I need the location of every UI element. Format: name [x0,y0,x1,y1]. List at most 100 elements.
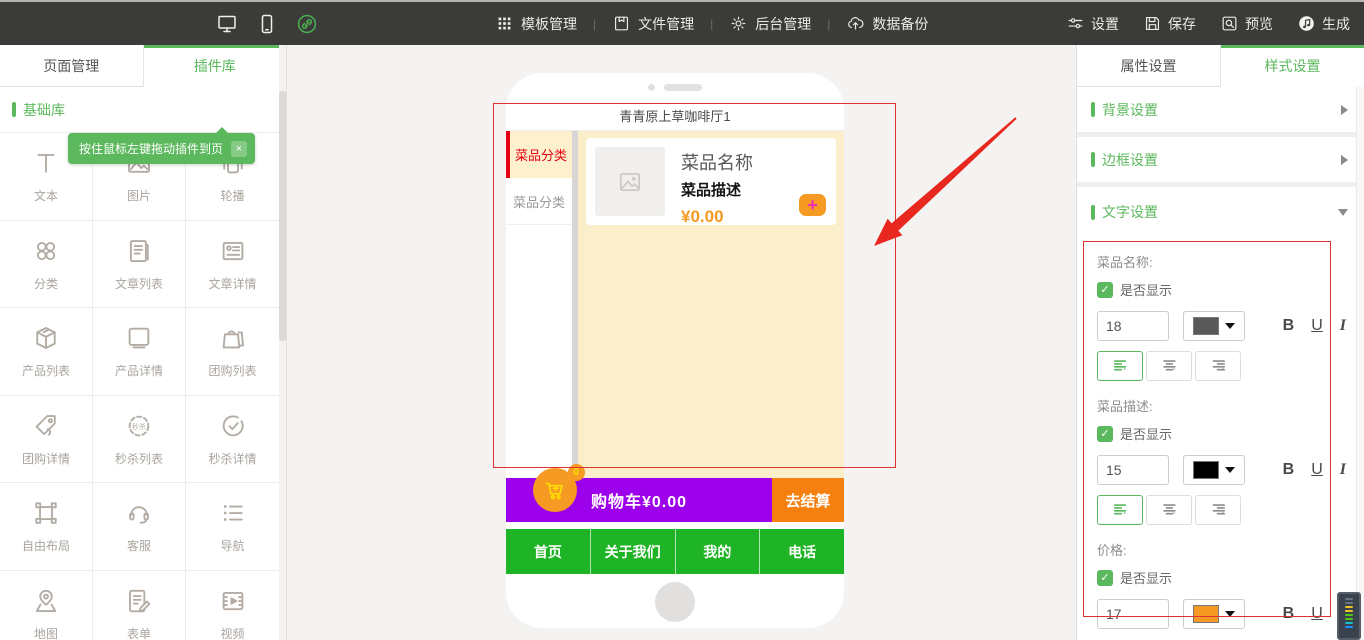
group-label: 菜品名称: [1097,252,1350,271]
font-size-input[interactable] [1097,599,1169,629]
settings-scrollbar[interactable] [1356,87,1364,640]
section-collapsed[interactable]: 背景设置 [1077,87,1364,137]
bottom-nav-item[interactable]: 关于我们 [591,529,676,574]
section-expanded[interactable]: 文字设置 [1077,187,1364,237]
cloud-upload-icon [846,14,865,33]
menu-separator: | [710,17,713,31]
cart-badge: 0 [568,464,585,481]
tab-page-manage[interactable]: 页面管理 [0,45,144,87]
phone-icon[interactable] [255,12,279,36]
bottom-nav-item[interactable]: 电话 [760,529,844,574]
article-list-icon [124,236,154,266]
widget-nav[interactable]: 导航 [186,483,279,571]
action-preview[interactable]: 预览 [1220,14,1273,34]
add-to-cart-button[interactable]: + [799,194,826,216]
section-label: 边框设置 [1102,150,1341,170]
widget-label: 分类 [34,275,58,292]
bold-button[interactable]: B [1283,461,1295,479]
settings-tabs: 属性设置 样式设置 [1077,45,1364,87]
bold-button[interactable]: B [1283,317,1295,335]
widget-product-detail[interactable]: 产品详情 [93,308,186,396]
section-collapsed[interactable]: 边框设置 [1077,137,1364,187]
sidebar-scrollbar[interactable] [279,45,286,640]
font-size-input[interactable] [1097,311,1169,341]
dish-card[interactable]: 菜品名称 菜品描述 ¥0.00 + [586,138,836,225]
toolbar-action-group: 设置 保存 预览 生成 [1066,2,1350,45]
library-section-header: 基础库 [0,87,286,132]
widget-video[interactable]: 视频 [186,571,279,640]
widget-groupbuy-detail[interactable]: 团购详情 [0,396,93,484]
show-checkbox[interactable]: ✓ [1097,282,1113,298]
tooltip-close-icon[interactable]: × [231,141,247,157]
widget-product-list[interactable]: 产品列表 [0,308,93,396]
cart-total[interactable]: 购物车¥0.00 0 [506,478,772,522]
widget-service[interactable]: 客服 [93,483,186,571]
bottom-nav-item[interactable]: 我的 [676,529,761,574]
menu-separator: | [827,17,830,31]
underline-button[interactable]: U [1311,317,1323,335]
category-column: 菜品分类菜品分类 [506,131,572,478]
widget-map[interactable]: 地图 [0,571,93,640]
italic-button[interactable]: I [1340,317,1346,335]
action-generate[interactable]: 生成 [1297,14,1350,34]
color-dropdown[interactable] [1183,311,1245,341]
monitor-icon[interactable] [215,12,239,36]
category-tab[interactable]: 菜品分类 [506,131,572,178]
show-checkbox[interactable]: ✓ [1097,570,1113,586]
align-center-icon [1160,503,1178,517]
form-icon [124,586,154,616]
align-center-icon [1160,359,1178,373]
category-tab[interactable]: 菜品分类 [506,178,572,225]
align-center-button[interactable] [1146,495,1192,525]
align-left-button[interactable] [1097,495,1143,525]
show-checkbox-label: 是否显示 [1120,568,1172,587]
align-center-button[interactable] [1146,351,1192,381]
underline-button[interactable]: U [1311,605,1323,623]
tab-style-settings[interactable]: 样式设置 [1221,45,1364,87]
widget-seckill-detail[interactable]: 秒杀详情 [186,396,279,484]
group-label: 菜品描述: [1097,396,1350,415]
widget-article-detail[interactable]: 文章详情 [186,221,279,309]
widget-seckill-list[interactable]: 秒杀秒杀列表 [93,396,186,484]
save-icon [1143,14,1162,33]
align-right-button[interactable] [1195,351,1241,381]
group-label: 价格: [1097,540,1350,559]
action-sliders[interactable]: 设置 [1066,14,1119,34]
bottom-nav-item[interactable]: 首页 [506,529,591,574]
phone-camera-dot [648,84,655,91]
align-left-button[interactable] [1097,351,1143,381]
color-dropdown[interactable] [1183,455,1245,485]
widget-form[interactable]: 表单 [93,571,186,640]
underline-button[interactable]: U [1311,461,1323,479]
menu-grid[interactable]: 模板管理 [495,14,577,34]
action-save[interactable]: 保存 [1143,14,1196,34]
widget-category[interactable]: 分类 [0,221,93,309]
menu-cloud-upload[interactable]: 数据备份 [846,14,928,34]
color-swatch [1193,317,1219,335]
link-icon[interactable] [295,12,319,36]
section-accent-bar [1091,102,1095,117]
align-right-icon [1209,359,1227,373]
chevron-right-icon [1341,155,1348,165]
color-swatch [1193,461,1219,479]
color-dropdown[interactable] [1183,599,1245,629]
scrollbar-thumb[interactable] [279,91,286,341]
tab-plugin-library[interactable]: 插件库 [144,45,287,87]
widget-free-layout[interactable]: 自由布局 [0,483,93,571]
italic-button[interactable]: I [1340,605,1346,623]
show-checkbox[interactable]: ✓ [1097,426,1113,442]
product-list-icon [31,323,61,353]
widget-groupbuy-list[interactable]: 团购列表 [186,308,279,396]
widget-label: 图片 [127,187,151,204]
show-checkbox-label: 是否显示 [1120,280,1172,299]
bold-button[interactable]: B [1283,605,1295,623]
widget-article-list[interactable]: 文章列表 [93,221,186,309]
cart-fab-button[interactable]: 0 [533,468,577,512]
checkout-button[interactable]: 去结算 [772,478,844,522]
menu-gear[interactable]: 后台管理 [729,14,811,34]
italic-button[interactable]: I [1340,461,1346,479]
font-size-input[interactable] [1097,455,1169,485]
menu-file[interactable]: 文件管理 [612,14,694,34]
align-right-button[interactable] [1195,495,1241,525]
tab-attribute-settings[interactable]: 属性设置 [1077,45,1221,87]
